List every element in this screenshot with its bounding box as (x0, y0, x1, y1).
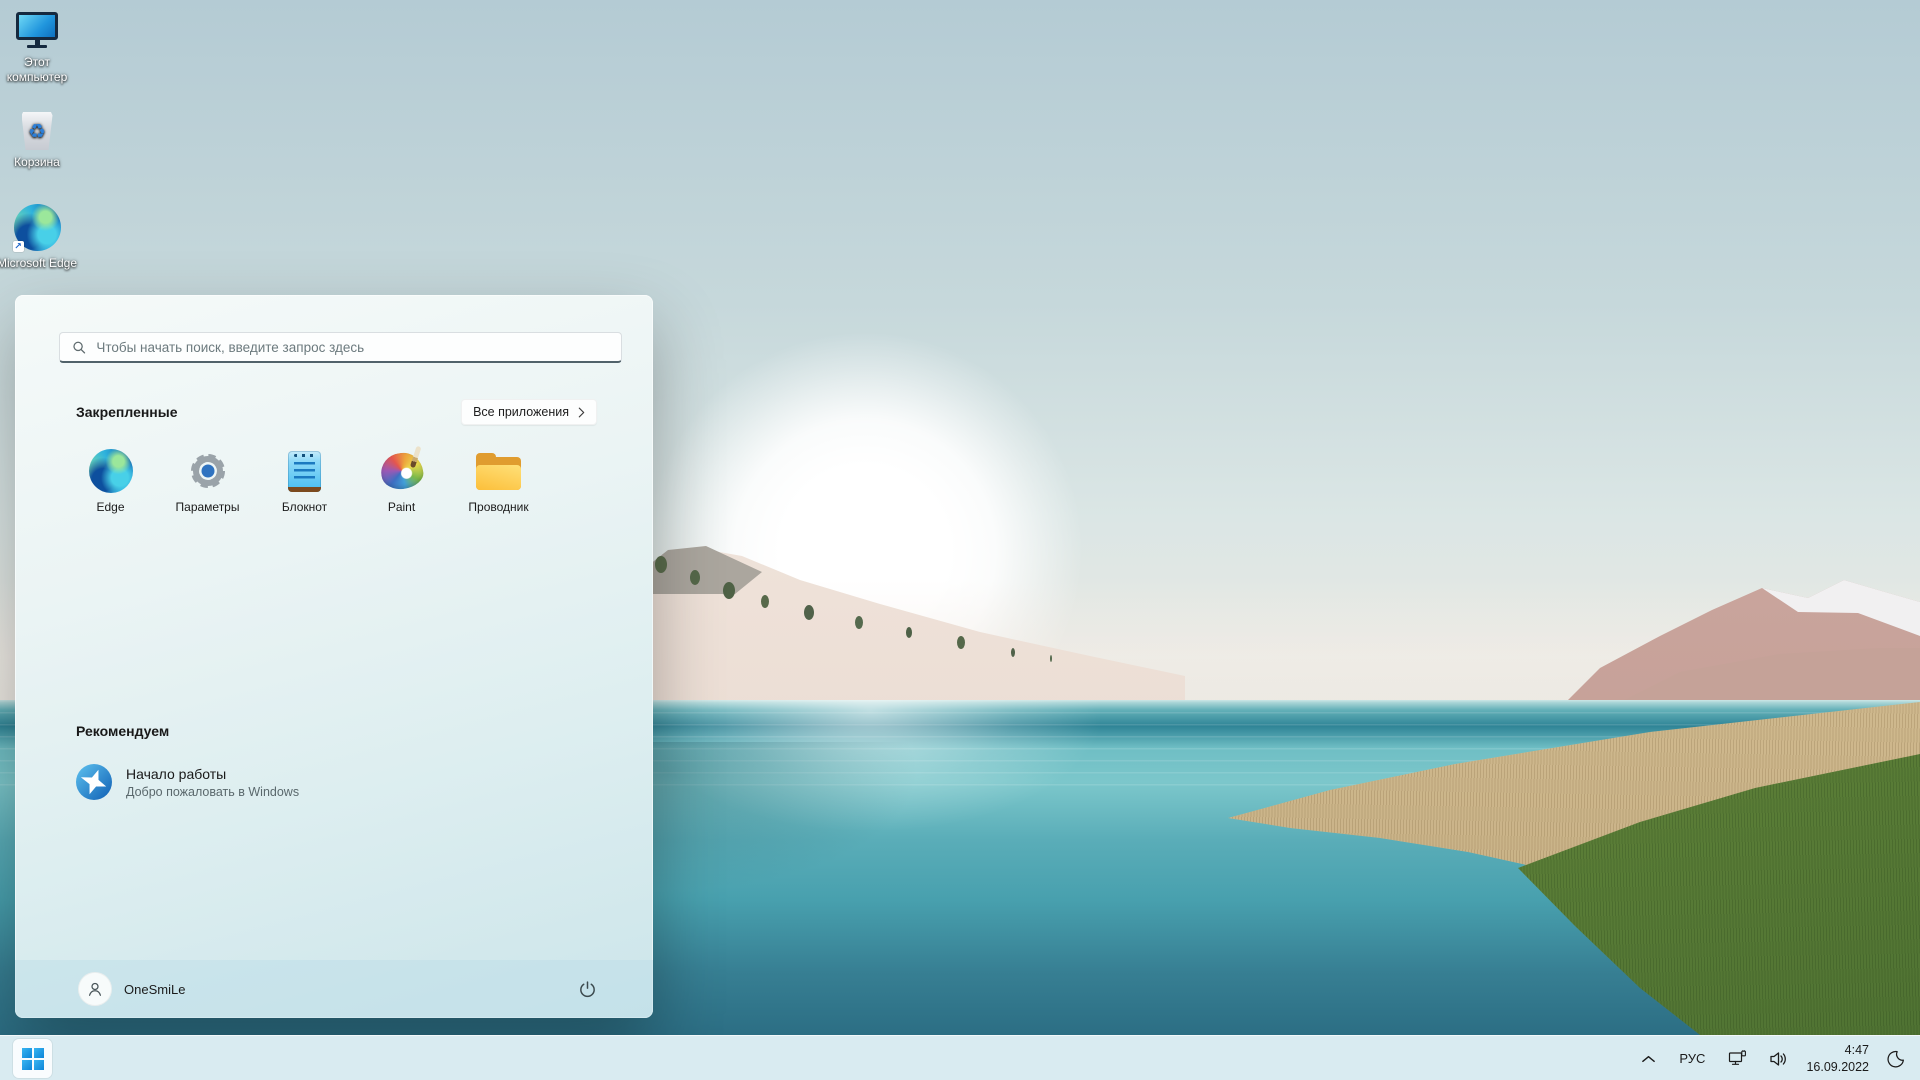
tray-overflow-button[interactable] (1637, 1050, 1660, 1068)
chevron-up-icon (1642, 1055, 1656, 1062)
pinned-app-explorer[interactable]: Проводник (450, 443, 547, 524)
network-button[interactable] (1724, 1046, 1752, 1071)
system-tray: РУС 4:47 16.09.2022 (1637, 1036, 1910, 1080)
night-mode-button[interactable] (1882, 1045, 1910, 1073)
cliff-trees (655, 556, 667, 573)
pinned-app-paint[interactable]: Paint (353, 443, 450, 524)
shortcut-arrow-icon: ↗ (12, 241, 24, 252)
desktop-icon-recycle-bin[interactable]: ♻ Корзина (0, 112, 80, 170)
notepad-icon (288, 450, 321, 492)
get-started-icon (76, 764, 112, 800)
clock[interactable]: 4:47 16.09.2022 (1806, 1042, 1869, 1075)
app-label: Параметры (175, 500, 240, 514)
volume-button[interactable] (1765, 1047, 1793, 1071)
speaker-icon (1770, 1051, 1787, 1066)
desktop-screen: Этот компьютер ♻ Корзина ↗ Microsoft Edg… (0, 0, 1920, 1080)
paint-palette-icon (378, 445, 425, 492)
start-menu: Закрепленные Все приложения Edge (15, 295, 653, 1018)
user-name: OneSmiLe (124, 981, 186, 997)
chevron-right-icon (578, 407, 585, 417)
taskbar: РУС 4:47 16.09.2022 (0, 1035, 1920, 1080)
app-label: Paint (387, 500, 416, 514)
search-input[interactable] (96, 339, 609, 355)
start-button[interactable] (13, 1039, 52, 1078)
app-label: Edge (96, 500, 125, 514)
network-icon (1729, 1050, 1747, 1065)
pinned-app-edge[interactable]: Edge (62, 443, 159, 524)
folder-icon (476, 452, 521, 490)
language-indicator[interactable]: РУС (1673, 1047, 1711, 1070)
start-menu-user-bar: OneSmiLe (15, 960, 653, 1018)
pinned-app-settings[interactable]: Параметры (159, 443, 256, 524)
desktop-icon-edge[interactable]: ↗ Microsoft Edge (0, 204, 80, 271)
desktop-icon-label: Корзина (14, 155, 60, 169)
crescent-moon-icon (1887, 1050, 1904, 1067)
recycle-bin-icon: ♻ (21, 112, 53, 150)
gear-icon (190, 454, 225, 488)
app-label: Блокнот (281, 500, 328, 514)
all-apps-label: Все приложения (473, 405, 569, 419)
person-icon (88, 982, 102, 996)
clock-time: 4:47 (1844, 1043, 1869, 1058)
power-icon (579, 980, 595, 997)
pinned-header-row: Закрепленные Все приложения (76, 399, 597, 425)
user-avatar (78, 972, 112, 1006)
windows-logo-icon (21, 1047, 44, 1070)
search-box[interactable] (59, 332, 622, 363)
edge-icon (88, 449, 133, 493)
desktop-icon-label: Этот компьютер (6, 55, 68, 84)
all-apps-button[interactable]: Все приложения (461, 399, 597, 425)
recommended-item-title: Начало работы (126, 765, 227, 782)
search-icon (73, 341, 86, 353)
edge-icon: ↗ (12, 204, 61, 252)
recommended-item-text: Начало работы Добро пожаловать в Windows (126, 766, 299, 799)
power-button[interactable] (568, 970, 606, 1008)
recycle-symbol-icon: ♻ (28, 119, 46, 143)
pinned-section-title: Закрепленные (76, 404, 178, 420)
clock-date: 16.09.2022 (1806, 1059, 1869, 1074)
app-label: Проводник (468, 500, 529, 514)
pinned-apps-grid: Edge Параметры Блокнот Paint Проводник (62, 443, 547, 524)
this-pc-icon (16, 12, 58, 50)
desktop-icon-this-pc[interactable]: Этот компьютер (0, 12, 80, 84)
user-account-button[interactable]: OneSmiLe (78, 968, 193, 1010)
recommended-item-subtitle: Добро пожаловать в Windows (126, 784, 300, 799)
recommended-item-get-started[interactable]: Начало работы Добро пожаловать в Windows (62, 755, 624, 809)
recommended-section-title: Рекомендуем (76, 723, 170, 739)
pinned-app-notepad[interactable]: Блокнот (256, 443, 353, 524)
desktop-icon-label: Microsoft Edge (0, 256, 78, 270)
